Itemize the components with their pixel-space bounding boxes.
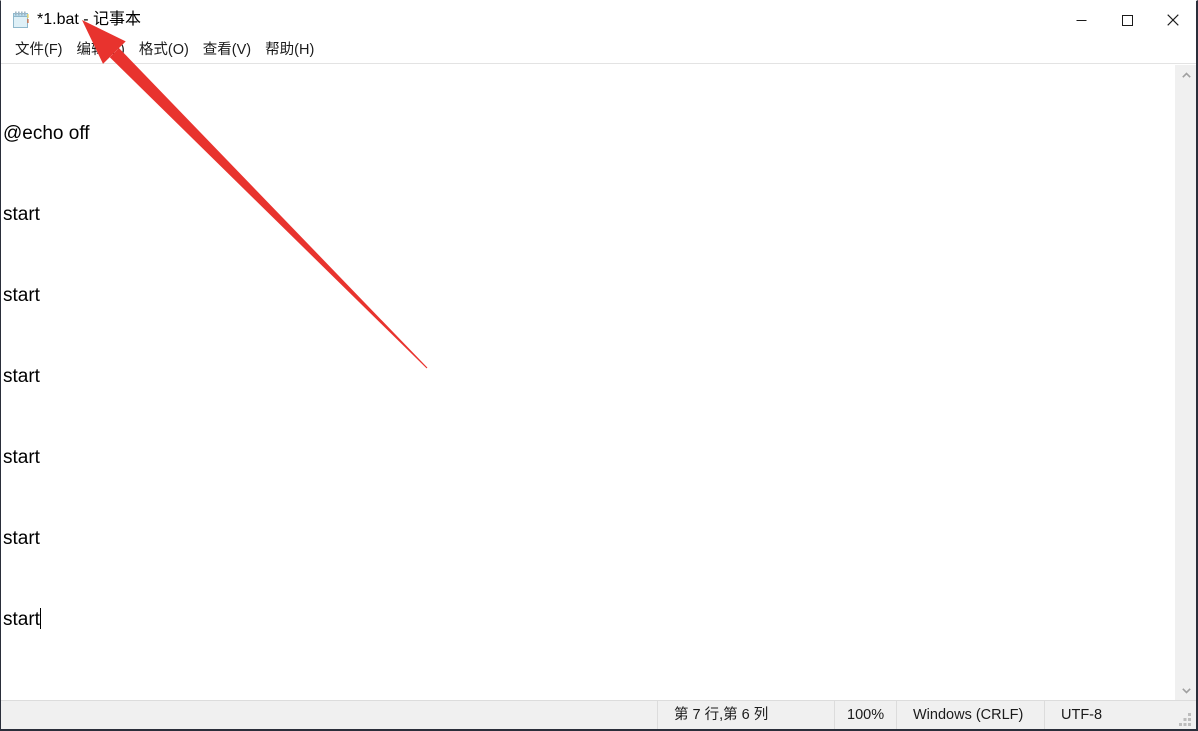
text-line: start xyxy=(3,525,1174,552)
minimize-icon xyxy=(1076,19,1086,21)
text-line: start xyxy=(3,606,1174,633)
caption-buttons xyxy=(1058,1,1196,39)
status-bar: 第 7 行,第 6 列 100% Windows (CRLF) UTF-8 xyxy=(1,700,1196,729)
menu-item-view[interactable]: 查看(V) xyxy=(196,40,258,62)
notepad-window: *1.bat - 记事本 文件(F) 编辑(E) 格式(O) 查看(V) 帮助(… xyxy=(0,0,1198,731)
text-line: start xyxy=(3,282,1174,309)
status-cursor-position: 第 7 行,第 6 列 xyxy=(657,701,834,729)
menu-item-help[interactable]: 帮助(H) xyxy=(258,40,321,62)
text-line-content: start xyxy=(3,285,40,306)
text-caret xyxy=(39,608,41,629)
text-line: @echo off xyxy=(3,120,1174,147)
close-icon xyxy=(1167,14,1179,26)
text-line-content: start xyxy=(3,447,40,468)
notepad-icon xyxy=(11,10,31,30)
status-line-ending[interactable]: Windows (CRLF) xyxy=(896,701,1044,729)
status-encoding[interactable]: UTF-8 xyxy=(1044,701,1164,729)
maximize-button[interactable] xyxy=(1104,4,1150,36)
scroll-up-button[interactable] xyxy=(1176,65,1196,85)
text-line-content: start xyxy=(3,366,40,387)
text-line: start xyxy=(3,444,1174,471)
text-line: start xyxy=(3,363,1174,390)
text-line-content: start xyxy=(3,204,40,225)
menu-item-format[interactable]: 格式(O) xyxy=(132,40,196,62)
menu-item-file[interactable]: 文件(F) xyxy=(8,40,70,62)
status-zoom[interactable]: 100% xyxy=(834,701,896,729)
minimize-button[interactable] xyxy=(1058,4,1104,36)
menu-bar: 文件(F) 编辑(E) 格式(O) 查看(V) 帮助(H) xyxy=(1,39,1196,64)
editor-content[interactable]: @echo off start start start start start … xyxy=(3,66,1174,700)
text-line-content: start xyxy=(3,528,40,549)
text-line-content: start xyxy=(3,609,40,630)
text-editor[interactable]: @echo off start start start start start … xyxy=(1,65,1196,700)
scroll-down-button[interactable] xyxy=(1176,680,1196,700)
window-title: *1.bat - 记事本 xyxy=(37,11,142,28)
chevron-down-icon xyxy=(1181,687,1191,694)
menu-item-edit[interactable]: 编辑(E) xyxy=(70,40,132,62)
text-line-content: @echo off xyxy=(3,123,90,144)
scrollbar-track[interactable] xyxy=(1176,85,1196,680)
close-button[interactable] xyxy=(1150,4,1196,36)
vertical-scrollbar[interactable] xyxy=(1175,65,1196,700)
chevron-up-icon xyxy=(1181,71,1191,78)
resize-grip-icon[interactable] xyxy=(1179,713,1192,726)
title-bar[interactable]: *1.bat - 记事本 xyxy=(1,1,1196,39)
text-line: start xyxy=(3,201,1174,228)
maximize-icon xyxy=(1121,14,1133,26)
